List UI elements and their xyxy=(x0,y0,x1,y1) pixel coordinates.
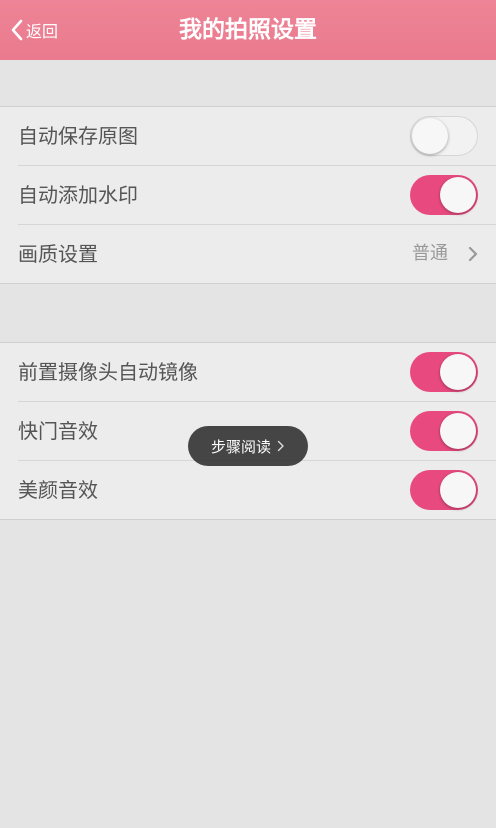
front-mirror-toggle[interactable] xyxy=(410,352,478,392)
chevron-right-icon xyxy=(277,440,284,452)
setting-row-front-mirror: 前置摄像头自动镜像 xyxy=(18,343,496,402)
setting-label: 美颜音效 xyxy=(18,478,98,502)
setting-label: 快门音效 xyxy=(18,419,98,443)
step-read-button[interactable]: 步骤阅读 xyxy=(188,426,308,466)
step-read-label: 步骤阅读 xyxy=(210,437,271,456)
toggle-knob xyxy=(440,354,476,390)
back-label: 返回 xyxy=(26,22,59,41)
setting-row-beauty-sound: 美颜音效 xyxy=(18,461,496,519)
toggle-knob xyxy=(440,413,476,449)
chevron-right-icon xyxy=(468,246,478,262)
setting-row-save-original: 自动保存原图 xyxy=(18,107,496,166)
setting-row-quality[interactable]: 画质设置 普通 xyxy=(18,225,496,283)
toggle-knob xyxy=(412,118,448,154)
beauty-sound-toggle[interactable] xyxy=(410,470,478,510)
setting-row-watermark: 自动添加水印 xyxy=(18,166,496,225)
setting-label: 画质设置 xyxy=(18,242,98,266)
setting-label: 前置摄像头自动镜像 xyxy=(18,360,198,384)
toggle-knob xyxy=(440,177,476,213)
toggle-knob xyxy=(440,472,476,508)
setting-label: 自动保存原图 xyxy=(18,124,138,148)
header-bar: 返回 我的拍照设置 xyxy=(0,0,496,60)
save-original-toggle[interactable] xyxy=(410,116,478,156)
watermark-toggle[interactable] xyxy=(410,175,478,215)
back-button[interactable]: 返回 xyxy=(10,16,58,44)
chevron-left-icon xyxy=(11,19,23,41)
page-title: 我的拍照设置 xyxy=(179,17,317,43)
settings-group-1: 自动保存原图 自动添加水印 画质设置 普通 xyxy=(0,106,496,284)
shutter-sound-toggle[interactable] xyxy=(410,411,478,451)
quality-value: 普通 xyxy=(412,243,448,264)
setting-label: 自动添加水印 xyxy=(18,183,138,207)
